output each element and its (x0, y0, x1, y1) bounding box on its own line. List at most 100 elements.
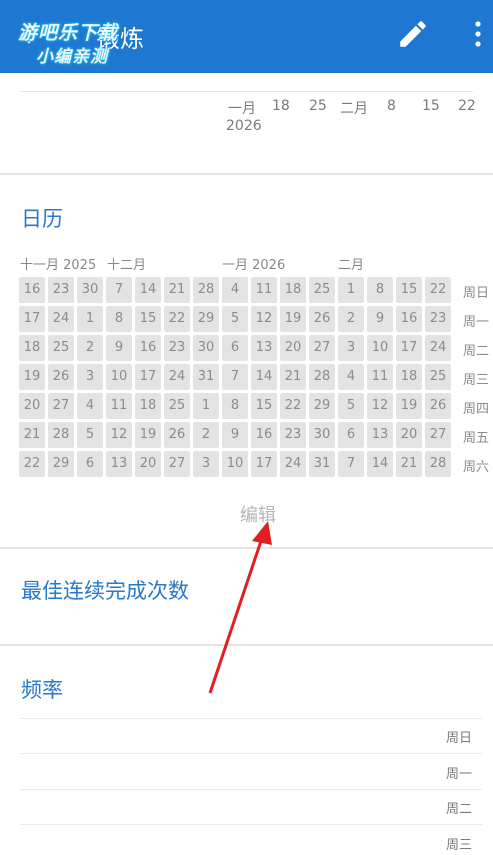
frequency-title: 频率 (21, 678, 63, 702)
section-divider (0, 173, 493, 175)
calendar-day-cell: 13 (106, 451, 132, 477)
calendar-day-cell: 22 (164, 306, 190, 332)
weekday-label: 周二 (463, 344, 490, 359)
calendar-day-cell: 27 (425, 422, 451, 448)
calendar-day-cell: 28 (309, 364, 335, 390)
calendar-day-cell: 27 (48, 393, 74, 419)
calendar-day-cell: 15 (396, 277, 422, 303)
calendar-day-cell: 23 (164, 335, 190, 361)
edit-pencil-icon[interactable] (396, 17, 430, 51)
calendar-day-cell: 18 (19, 335, 45, 361)
calendar-day-cell: 26 (164, 422, 190, 448)
calendar-day-cell: 23 (280, 422, 306, 448)
calendar-day-cell: 11 (106, 393, 132, 419)
month-label: 一月 2026 (222, 258, 286, 273)
calendar-day-cell: 12 (106, 422, 132, 448)
chart-baseline (20, 91, 473, 92)
calendar-day-cell: 19 (19, 364, 45, 390)
frequency-row-line (20, 789, 482, 790)
more-options-icon[interactable] (468, 18, 488, 50)
calendar-day-cell: 7 (338, 451, 364, 477)
calendar-day-cell: 23 (48, 277, 74, 303)
calendar-day-cell: 15 (135, 306, 161, 332)
calendar-day-cell: 4 (222, 277, 248, 303)
calendar-day-cell: 27 (164, 451, 190, 477)
calendar-day-cell: 5 (338, 393, 364, 419)
axis-tick-label: 18 (272, 98, 290, 114)
calendar-day-cell: 8 (222, 393, 248, 419)
calendar-day-cell: 15 (251, 393, 277, 419)
calendar-day-cell: 5 (77, 422, 103, 448)
calendar-day-cell: 2 (338, 306, 364, 332)
axis-year-label: 2026 (226, 118, 262, 134)
calendar-edit-button[interactable]: 编辑 (240, 501, 276, 527)
calendar-day-cell: 17 (135, 364, 161, 390)
calendar-day-cell: 19 (396, 393, 422, 419)
calendar-day-cell: 25 (425, 364, 451, 390)
calendar-day-cell: 19 (280, 306, 306, 332)
calendar-day-cell: 9 (367, 306, 393, 332)
calendar-day-cell: 14 (251, 364, 277, 390)
calendar-day-cell: 2 (77, 335, 103, 361)
calendar-day-cell: 31 (193, 364, 219, 390)
axis-tick-label: 8 (387, 98, 396, 114)
calendar-day-cell: 5 (222, 306, 248, 332)
axis-tick-label: 15 (422, 98, 440, 114)
calendar-day-cell: 6 (77, 451, 103, 477)
frequency-day-label: 周日 (446, 731, 473, 746)
calendar-day-cell: 17 (396, 335, 422, 361)
calendar-day-cell: 6 (222, 335, 248, 361)
calendar-day-cell: 17 (19, 306, 45, 332)
calendar-day-cell: 21 (19, 422, 45, 448)
frequency-row-line (20, 718, 482, 719)
calendar-day-cell: 25 (48, 335, 74, 361)
calendar-day-cell: 16 (19, 277, 45, 303)
axis-tick-label: 二月 (340, 101, 368, 117)
weekday-label: 周四 (463, 402, 490, 417)
calendar-day-cell: 27 (309, 335, 335, 361)
calendar-day-cell: 30 (193, 335, 219, 361)
frequency-row-line (20, 824, 482, 825)
calendar-day-cell: 16 (396, 306, 422, 332)
axis-tick-label: 25 (309, 98, 327, 114)
calendar-day-cell: 1 (77, 306, 103, 332)
calendar-day-cell: 29 (48, 451, 74, 477)
calendar-day-cell: 9 (106, 335, 132, 361)
weekday-label: 周六 (463, 460, 490, 475)
calendar-day-cell: 29 (193, 306, 219, 332)
month-label: 十二月 (107, 258, 147, 273)
calendar-day-cell: 30 (309, 422, 335, 448)
weekday-label: 周五 (463, 431, 490, 446)
weekday-label: 周日 (463, 286, 490, 301)
best-streak-title: 最佳连续完成次数 (21, 579, 189, 603)
month-label: 二月 (338, 258, 365, 273)
calendar-day-cell: 1 (338, 277, 364, 303)
calendar-day-cell: 26 (48, 364, 74, 390)
calendar-day-cell: 18 (135, 393, 161, 419)
calendar-day-cell: 8 (367, 277, 393, 303)
calendar-day-cell: 4 (338, 364, 364, 390)
calendar-day-cell: 23 (425, 306, 451, 332)
calendar-day-cell: 25 (309, 277, 335, 303)
calendar-day-cell: 13 (251, 335, 277, 361)
frequency-row-line (20, 753, 482, 754)
calendar-day-cell: 28 (193, 277, 219, 303)
weekday-label: 周三 (463, 373, 490, 388)
calendar-day-cell: 29 (309, 393, 335, 419)
calendar-day-cell: 22 (19, 451, 45, 477)
calendar-day-cell: 6 (338, 422, 364, 448)
app-bar: 锻炼 游吧乐下载 小编亲测 (0, 0, 493, 73)
calendar-day-cell: 24 (280, 451, 306, 477)
calendar-day-cell: 26 (309, 306, 335, 332)
watermark-logo: 游吧乐下载 小编亲测 (10, 14, 160, 67)
calendar-day-cell: 3 (193, 451, 219, 477)
calendar-day-cell: 18 (396, 364, 422, 390)
calendar-day-cell: 31 (309, 451, 335, 477)
calendar-day-cell: 16 (135, 335, 161, 361)
calendar-day-cell: 20 (135, 451, 161, 477)
calendar-day-cell: 4 (77, 393, 103, 419)
watermark-line-2: 小编亲测 (36, 47, 108, 67)
calendar-day-cell: 1 (193, 393, 219, 419)
calendar-day-cell: 8 (106, 306, 132, 332)
axis-tick-label: 22 (458, 98, 476, 114)
